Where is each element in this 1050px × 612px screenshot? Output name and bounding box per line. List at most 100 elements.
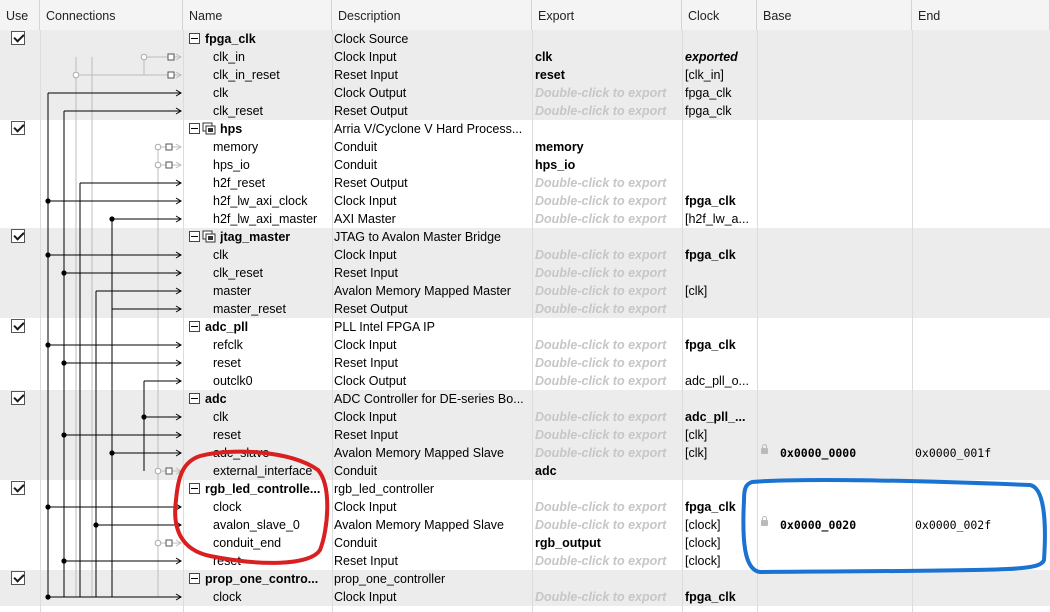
- clock-cell[interactable]: fpga_clk: [685, 102, 755, 120]
- base-address-cell[interactable]: [780, 426, 910, 444]
- clock-cell[interactable]: fpga_clk: [685, 588, 755, 606]
- base-address-cell[interactable]: [780, 390, 910, 408]
- collapse-toggle-icon[interactable]: [189, 231, 200, 242]
- collapse-toggle-icon[interactable]: [189, 33, 200, 44]
- use-checkbox[interactable]: [11, 319, 25, 333]
- export-cell[interactable]: Double-click to export: [535, 210, 681, 228]
- clock-cell[interactable]: adc_pll_...: [685, 408, 755, 426]
- export-cell[interactable]: [535, 30, 681, 48]
- base-address-cell[interactable]: [780, 138, 910, 156]
- header-base[interactable]: Base: [757, 0, 912, 30]
- export-cell[interactable]: rgb_output: [535, 534, 681, 552]
- header-end[interactable]: End: [912, 0, 1050, 30]
- export-cell[interactable]: Double-click to export: [535, 84, 681, 102]
- base-address-cell[interactable]: [780, 588, 910, 606]
- export-cell[interactable]: Double-click to export: [535, 246, 681, 264]
- interface-name[interactable]: h2f_lw_axi_master: [213, 210, 331, 228]
- clock-cell[interactable]: [685, 480, 755, 498]
- clock-cell[interactable]: [685, 462, 755, 480]
- collapse-toggle-icon[interactable]: [189, 123, 200, 134]
- base-address-cell[interactable]: [780, 498, 910, 516]
- component-name[interactable]: prop_one_contro...: [205, 570, 330, 588]
- export-cell[interactable]: Double-click to export: [535, 300, 681, 318]
- base-address-cell[interactable]: [780, 210, 910, 228]
- header-description[interactable]: Description: [332, 0, 532, 30]
- base-address-cell[interactable]: [780, 318, 910, 336]
- export-cell[interactable]: Double-click to export: [535, 408, 681, 426]
- export-cell[interactable]: Double-click to export: [535, 552, 681, 570]
- clock-cell[interactable]: [685, 390, 755, 408]
- clock-cell[interactable]: [685, 354, 755, 372]
- base-address-cell[interactable]: [780, 174, 910, 192]
- export-cell[interactable]: Double-click to export: [535, 174, 681, 192]
- clock-cell[interactable]: [685, 570, 755, 588]
- export-cell[interactable]: Double-click to export: [535, 354, 681, 372]
- export-cell[interactable]: Double-click to export: [535, 336, 681, 354]
- clock-cell[interactable]: [clock]: [685, 516, 755, 534]
- clock-cell[interactable]: fpga_clk: [685, 336, 755, 354]
- component-name[interactable]: hps: [220, 120, 330, 138]
- export-cell[interactable]: Double-click to export: [535, 516, 681, 534]
- interface-name[interactable]: reset: [213, 426, 331, 444]
- base-address-cell[interactable]: [780, 354, 910, 372]
- interface-name[interactable]: external_interface: [213, 462, 331, 480]
- component-name[interactable]: adc_pll: [205, 318, 330, 336]
- clock-cell[interactable]: [clock]: [685, 552, 755, 570]
- export-cell[interactable]: [535, 390, 681, 408]
- export-cell[interactable]: Double-click to export: [535, 102, 681, 120]
- export-cell[interactable]: Double-click to export: [535, 372, 681, 390]
- interface-name[interactable]: reset: [213, 552, 331, 570]
- clock-cell[interactable]: [685, 138, 755, 156]
- export-cell[interactable]: Double-click to export: [535, 192, 681, 210]
- collapse-toggle-icon[interactable]: [189, 321, 200, 332]
- clock-cell[interactable]: fpga_clk: [685, 246, 755, 264]
- clock-cell[interactable]: adc_pll_o...: [685, 372, 755, 390]
- header-export[interactable]: Export: [532, 0, 682, 30]
- export-cell[interactable]: [535, 480, 681, 498]
- export-cell[interactable]: reset: [535, 66, 681, 84]
- collapse-toggle-icon[interactable]: [189, 483, 200, 494]
- export-cell[interactable]: [535, 120, 681, 138]
- clock-cell[interactable]: [685, 120, 755, 138]
- export-cell[interactable]: [535, 318, 681, 336]
- base-address-cell[interactable]: [780, 300, 910, 318]
- base-address-cell[interactable]: [780, 408, 910, 426]
- export-cell[interactable]: Double-click to export: [535, 264, 681, 282]
- clock-cell[interactable]: fpga_clk: [685, 192, 755, 210]
- component-name[interactable]: fpga_clk: [205, 30, 330, 48]
- use-checkbox[interactable]: [11, 571, 25, 585]
- base-address-cell[interactable]: [780, 282, 910, 300]
- use-checkbox[interactable]: [11, 391, 25, 405]
- clock-cell[interactable]: [clk]: [685, 444, 755, 462]
- header-use[interactable]: Use: [0, 0, 40, 30]
- interface-name[interactable]: memory: [213, 138, 331, 156]
- clock-cell[interactable]: [685, 156, 755, 174]
- export-cell[interactable]: Double-click to export: [535, 588, 681, 606]
- base-address-cell[interactable]: [780, 552, 910, 570]
- interface-name[interactable]: clk_reset: [213, 264, 331, 282]
- interface-name[interactable]: refclk: [213, 336, 331, 354]
- interface-name[interactable]: master: [213, 282, 331, 300]
- use-checkbox[interactable]: [11, 121, 25, 135]
- export-cell[interactable]: hps_io: [535, 156, 681, 174]
- interface-name[interactable]: clk_in: [213, 48, 331, 66]
- export-cell[interactable]: memory: [535, 138, 681, 156]
- lock-icon[interactable]: [761, 444, 768, 454]
- export-cell[interactable]: Double-click to export: [535, 444, 681, 462]
- interface-name[interactable]: clk: [213, 84, 331, 102]
- interface-name[interactable]: clock: [213, 498, 331, 516]
- collapse-toggle-icon[interactable]: [189, 573, 200, 584]
- export-cell[interactable]: clk: [535, 48, 681, 66]
- clock-cell[interactable]: [685, 300, 755, 318]
- interface-name[interactable]: conduit_end: [213, 534, 331, 552]
- clock-cell[interactable]: [clk]: [685, 282, 755, 300]
- lock-icon[interactable]: [761, 516, 768, 526]
- export-cell[interactable]: [535, 228, 681, 246]
- base-address-cell[interactable]: [780, 120, 910, 138]
- interface-name[interactable]: outclk0: [213, 372, 331, 390]
- base-address-cell[interactable]: [780, 372, 910, 390]
- base-address-cell[interactable]: [780, 192, 910, 210]
- connections-graph[interactable]: [40, 30, 183, 612]
- export-cell[interactable]: Double-click to export: [535, 282, 681, 300]
- interface-name[interactable]: master_reset: [213, 300, 331, 318]
